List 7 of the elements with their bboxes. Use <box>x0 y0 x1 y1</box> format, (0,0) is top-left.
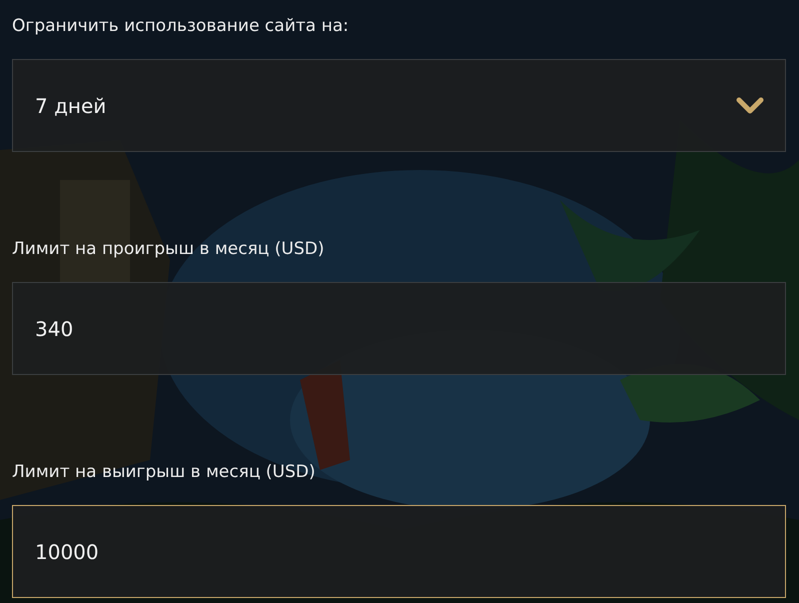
chevron-down-icon <box>735 96 765 116</box>
input-field[interactable]: 340 <box>12 282 786 375</box>
field-label: Лимит на выигрыш в месяц (USD) <box>12 461 316 483</box>
input-field[interactable]: 10000 <box>12 505 786 598</box>
dropdown[interactable]: 7 дней <box>12 59 786 152</box>
field-label: Ограничить использование сайта на: <box>12 15 349 37</box>
field-label: Лимит на проигрыш в месяц (USD) <box>12 238 324 260</box>
